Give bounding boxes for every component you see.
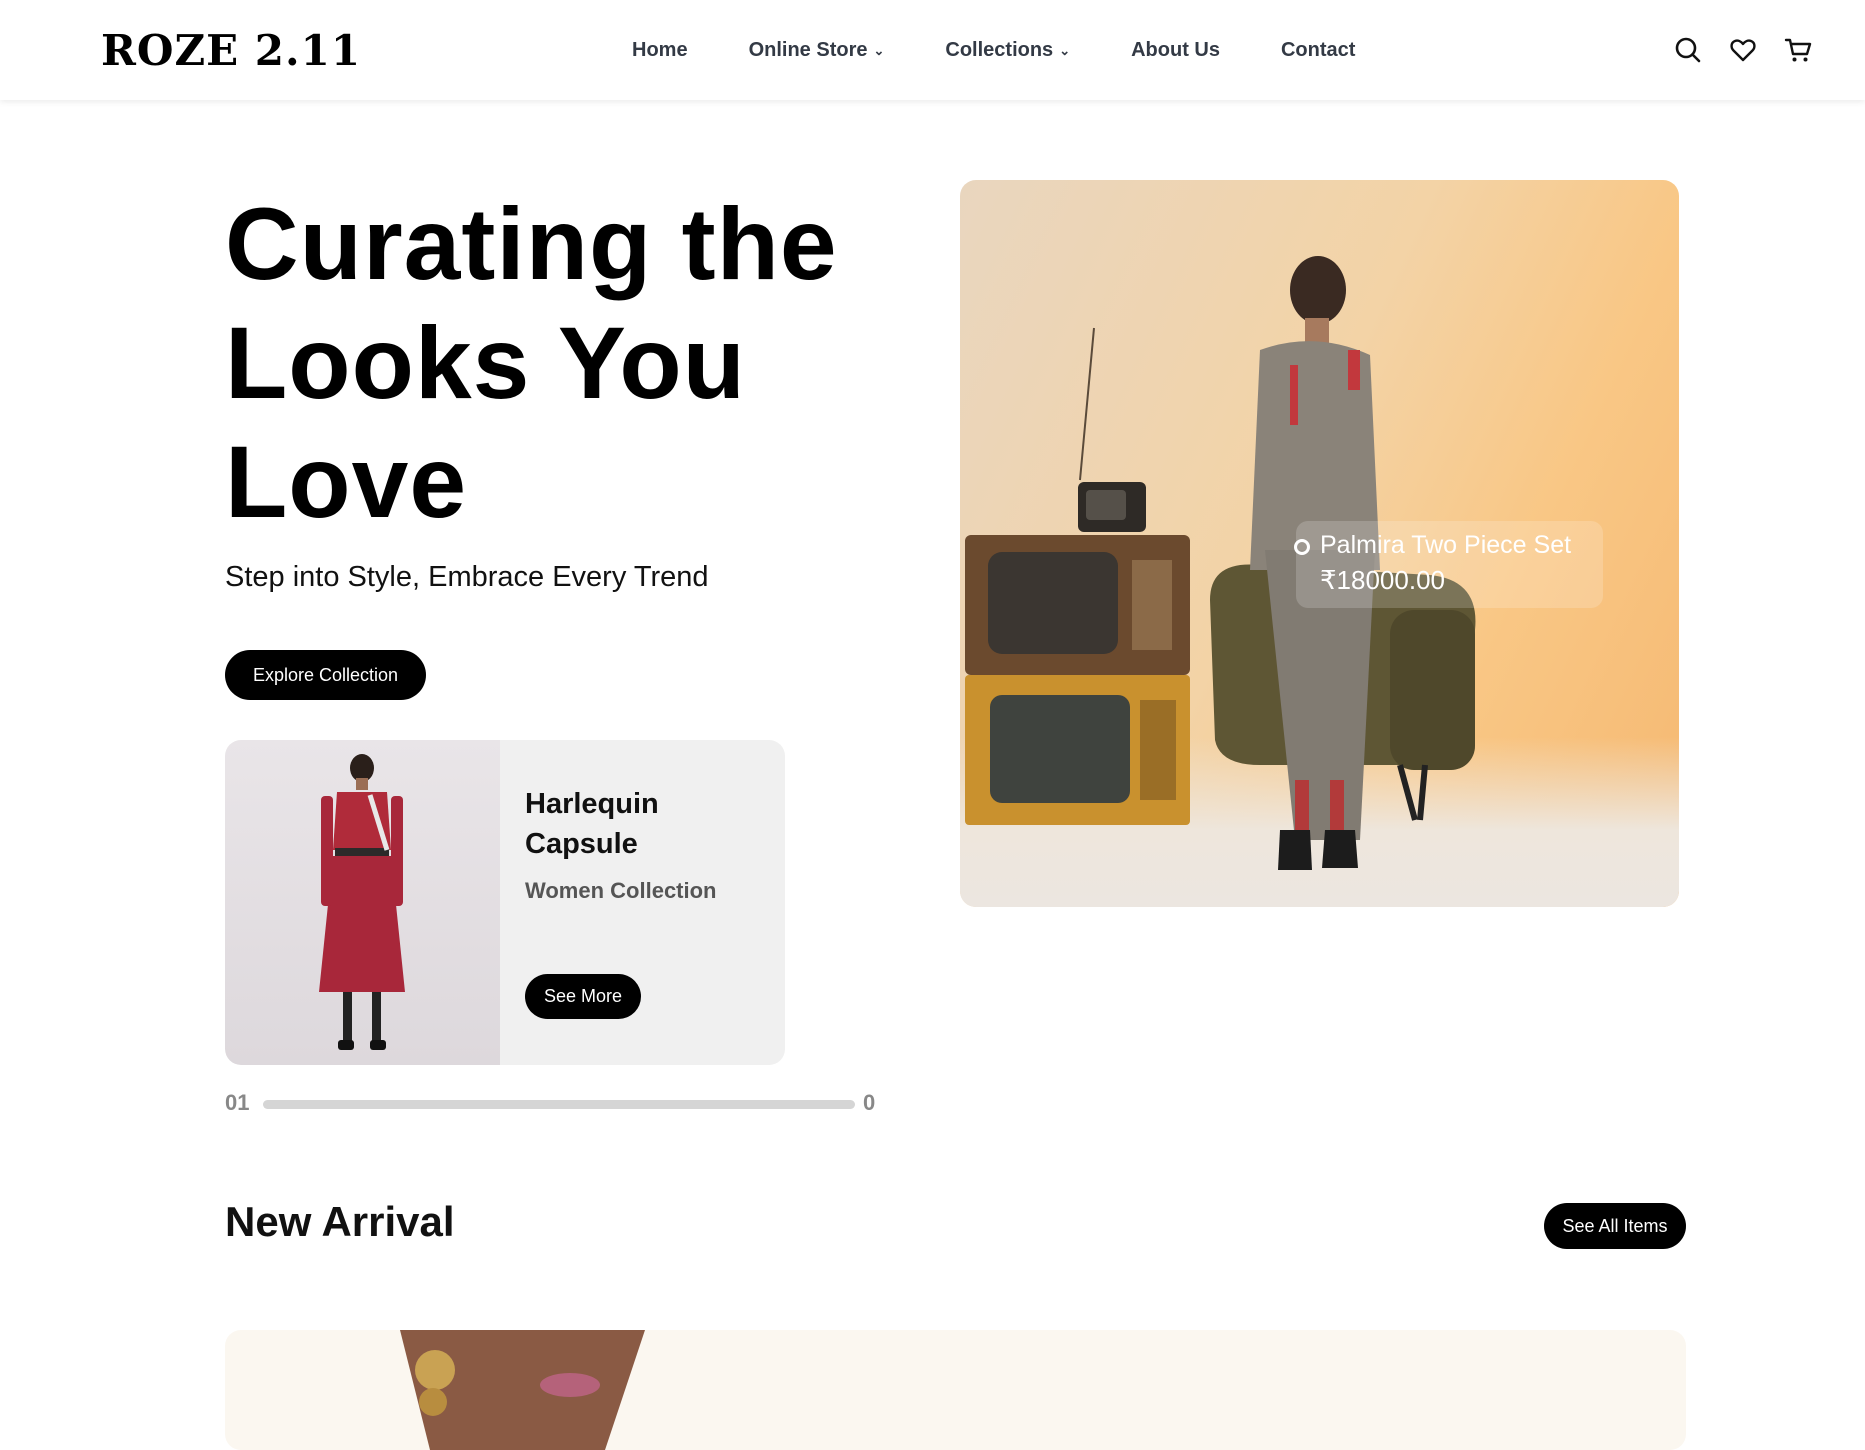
featured-product-name[interactable]: Palmira Two Piece Set [1320, 531, 1571, 560]
nav-contact-label: Contact [1280, 38, 1356, 61]
main-nav: Home Online Store ⌄ Collections ⌄ About … [632, 0, 1355, 100]
nav-online-store-label: Online Store [748, 38, 868, 61]
chevron-down-icon: ⌄ [1059, 43, 1071, 58]
slide-total-count: 0 [863, 1090, 876, 1115]
chevron-down-icon: ⌄ [873, 43, 885, 58]
nav-contact[interactable]: Contact [1281, 39, 1355, 62]
new-arrival-image [400, 1330, 645, 1450]
see-all-items-button[interactable]: See All Items [1544, 1203, 1686, 1249]
nav-about-us[interactable]: About Us [1131, 39, 1220, 62]
site-header: ROZE 2.11 Home Online Store ⌄ Collection… [0, 0, 1865, 100]
slide-current-index: 01 [225, 1090, 250, 1115]
nav-about-us-label: About Us [1131, 38, 1220, 61]
collection-image[interactable] [225, 740, 500, 1065]
featured-product-price: ₹18000.00 [1320, 565, 1445, 595]
nav-collections[interactable]: Collections ⌄ [945, 39, 1070, 62]
collection-card: Harlequin Capsule Women Collection See M… [225, 740, 785, 1065]
nav-home[interactable]: Home [632, 39, 688, 62]
nav-home-label: Home [632, 38, 688, 61]
new-arrival-heading: New Arrival [225, 1198, 455, 1245]
progress-track[interactable] [263, 1100, 855, 1109]
explore-collection-button[interactable]: Explore Collection [225, 650, 426, 700]
brand-logo[interactable]: ROZE 2.11 [101, 24, 361, 76]
header-actions [1645, 0, 1865, 100]
collection-title: Harlequin Capsule [525, 788, 659, 860]
new-arrival-banner[interactable] [225, 1330, 1686, 1450]
hero-title: Curating the Looks You Love [225, 187, 838, 539]
hero-subtitle: Step into Style, Embrace Every Trend [225, 561, 709, 593]
cart-icon[interactable] [1784, 36, 1812, 64]
nav-online-store[interactable]: Online Store ⌄ [749, 39, 885, 62]
model-illustration [319, 754, 405, 1050]
collection-subtitle: Women Collection [525, 878, 717, 903]
see-more-button[interactable]: See More [525, 974, 641, 1019]
search-icon[interactable] [1674, 36, 1702, 64]
carousel-progress: 01 0 [225, 1088, 885, 1118]
nav-collections-label: Collections [945, 38, 1054, 61]
heart-icon[interactable] [1729, 36, 1757, 64]
hotspot-marker[interactable] [1294, 539, 1310, 555]
